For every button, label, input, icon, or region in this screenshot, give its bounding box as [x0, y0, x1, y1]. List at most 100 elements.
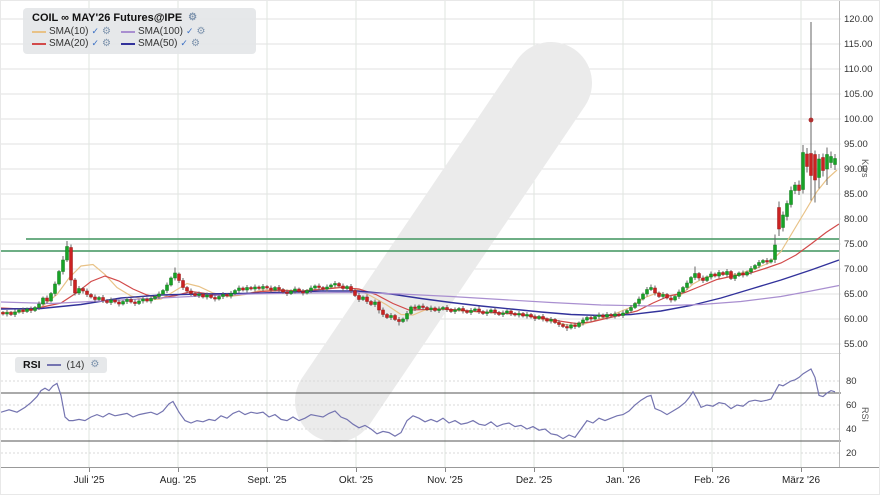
- candle-body: [398, 320, 401, 322]
- candle-body: [334, 284, 337, 286]
- candle-body: [86, 291, 89, 295]
- candle-body: [90, 295, 93, 298]
- candle-body: [38, 304, 41, 308]
- candle-body: [114, 300, 117, 302]
- time-tick: [89, 468, 90, 472]
- candle-body: [366, 297, 369, 302]
- rsi-chart-svg[interactable]: [1, 353, 841, 467]
- candle-body: [426, 308, 429, 310]
- candle-body: [150, 299, 153, 302]
- candle-body: [394, 316, 397, 320]
- candle-body: [514, 314, 517, 316]
- candle-body: [66, 247, 69, 261]
- candle-body: [550, 320, 553, 322]
- time-tick: [801, 468, 802, 472]
- candle-body: [826, 155, 829, 170]
- price-tick-label: 105.00: [844, 89, 873, 100]
- candle-body: [786, 204, 789, 217]
- candle-body: [346, 287, 349, 289]
- candle-body: [706, 277, 709, 281]
- candle-body: [314, 286, 317, 288]
- gear-icon[interactable]: ⚙: [188, 13, 197, 23]
- candle-body: [10, 313, 13, 315]
- candle-body: [382, 310, 385, 315]
- candle-body: [778, 208, 781, 230]
- rsi-label: RSI: [23, 359, 41, 371]
- price-tick-label: 55.00: [844, 339, 868, 350]
- candle-body: [454, 310, 457, 312]
- gear-icon[interactable]: ⚙: [90, 360, 99, 370]
- candle-body: [458, 309, 461, 311]
- time-tick: [178, 468, 179, 472]
- candle-body: [190, 291, 193, 294]
- candle-body: [814, 155, 817, 181]
- candle-body: [562, 325, 565, 327]
- rsi-legend: RSI (14) ⚙: [15, 357, 107, 373]
- candle-body: [6, 313, 9, 315]
- time-tick: [534, 468, 535, 472]
- candle-body: [534, 317, 537, 319]
- candle-body: [766, 261, 769, 263]
- candle-body: [306, 291, 309, 294]
- candle-body: [822, 158, 825, 171]
- candle-body: [770, 260, 773, 262]
- price-tick-label: 100.00: [844, 114, 873, 125]
- check-icon[interactable]: ✓: [91, 26, 99, 37]
- candle-body: [506, 311, 509, 313]
- indicator-swatch: [32, 43, 46, 45]
- candle-body: [646, 290, 649, 295]
- candle-body: [818, 159, 821, 178]
- indicator-swatch: [32, 31, 46, 33]
- candle-body: [226, 295, 229, 297]
- candle-body: [282, 290, 285, 293]
- candle-body: [174, 273, 177, 278]
- candle-body: [478, 309, 481, 312]
- candle-body: [830, 157, 833, 163]
- time-tick-label: Dez. '25: [516, 475, 552, 486]
- candle-body: [686, 283, 689, 288]
- candle-body: [378, 302, 381, 310]
- candle-body: [574, 325, 577, 327]
- candle-body: [718, 273, 721, 277]
- candle-body: [250, 288, 253, 290]
- candle-body: [694, 274, 697, 278]
- rsi-line[interactable]: [1, 369, 835, 439]
- candle-body: [14, 312, 17, 315]
- candle-body: [638, 299, 641, 304]
- rsi-tick-label: 80: [846, 376, 857, 387]
- candle-body: [666, 295, 669, 299]
- candle-body: [542, 317, 545, 320]
- candle-body: [330, 285, 333, 287]
- time-tick-label: Sept. '25: [247, 475, 286, 486]
- candle-body: [154, 297, 157, 299]
- check-icon[interactable]: ✓: [91, 38, 99, 49]
- candle-body: [522, 314, 525, 317]
- price-tick-label: 65.00: [844, 289, 868, 300]
- candle-body: [474, 309, 477, 311]
- check-icon[interactable]: ✓: [186, 26, 194, 37]
- candle-body: [218, 297, 221, 300]
- gear-icon[interactable]: ⚙: [102, 39, 111, 49]
- candle-body: [566, 327, 569, 329]
- candle-body: [254, 287, 257, 289]
- candle-body: [318, 286, 321, 288]
- candle-body: [46, 298, 49, 301]
- candle-body: [210, 295, 213, 298]
- candle-body: [266, 287, 269, 289]
- check-icon[interactable]: ✓: [180, 38, 188, 49]
- gear-icon[interactable]: ⚙: [191, 39, 200, 49]
- candle-body: [590, 318, 593, 320]
- candle-body: [262, 287, 265, 289]
- candle-body: [406, 314, 409, 320]
- gear-icon[interactable]: ⚙: [197, 27, 206, 37]
- candle-body: [654, 288, 657, 293]
- candle-body: [578, 323, 581, 327]
- candle-body: [650, 288, 653, 290]
- candle-body: [106, 301, 109, 303]
- candle-body: [554, 320, 557, 323]
- candle-body: [670, 298, 673, 300]
- candle-body: [434, 308, 437, 311]
- candle-body: [498, 313, 501, 315]
- indicator-label: SMA(100): [138, 26, 183, 37]
- gear-icon[interactable]: ⚙: [102, 27, 111, 37]
